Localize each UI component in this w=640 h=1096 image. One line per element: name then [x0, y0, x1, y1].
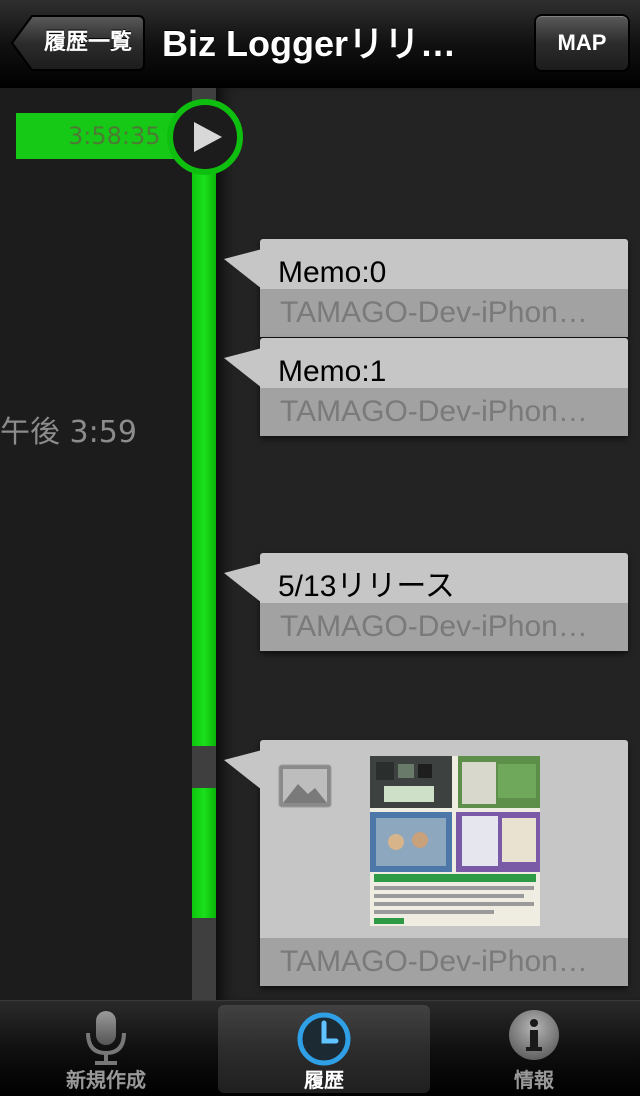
entry-title: Memo:1 [278, 355, 387, 388]
timeline-entry-card[interactable]: Memo:1 TAMAGO-Dev-iPhon… [224, 338, 628, 436]
microphone-icon [86, 1011, 126, 1065]
tab-label: 履歴 [304, 1068, 344, 1092]
entry-device: TAMAGO-Dev-iPhon… [260, 938, 628, 986]
clock-icon [297, 1012, 351, 1066]
callout-tail [224, 249, 262, 289]
timeline-time-column [0, 88, 192, 1000]
back-button[interactable]: 履歴一覧 [10, 14, 146, 72]
page-title: Biz Loggerリリ… [162, 23, 456, 64]
tab-label: 新規作成 [66, 1068, 146, 1092]
timeline-entry-card[interactable]: 5/13リリース TAMAGO-Dev-iPhon… [224, 553, 628, 651]
entry-device: TAMAGO-Dev-iPhon… [260, 603, 628, 651]
callout-tail [224, 563, 262, 603]
tab-new[interactable]: 新規作成 [0, 1001, 212, 1096]
callout-tail [224, 348, 262, 388]
entry-device: TAMAGO-Dev-iPhon… [260, 388, 628, 436]
timeline-active-segment [192, 148, 216, 746]
map-button[interactable]: MAP [534, 14, 630, 72]
entry-device: TAMAGO-Dev-iPhon… [260, 289, 628, 337]
entry-title: 5/13リリース [278, 570, 455, 603]
info-icon [509, 1010, 559, 1060]
timeline-view[interactable]: 3:58:35 午後 3:59 Memo:0 TAMAGO-Dev-iPhon…… [0, 88, 640, 1000]
timeline-entry-card[interactable]: Memo:0 TAMAGO-Dev-iPhon… [224, 239, 628, 337]
back-button-label: 履歴一覧 [43, 30, 132, 55]
play-icon [167, 99, 243, 175]
callout-tail [224, 750, 262, 790]
photo-image [370, 756, 540, 926]
navigation-bar: 履歴一覧 Biz Loggerリリ… MAP [0, 0, 640, 88]
tab-bar: 新規作成 履歴 情報 [0, 1000, 640, 1096]
tab-info[interactable]: 情報 [428, 1001, 640, 1096]
tab-history[interactable]: 履歴 [218, 1005, 430, 1093]
timeline-photo-entry-card[interactable]: TAMAGO-Dev-iPhon… [224, 740, 628, 986]
play-button[interactable] [166, 98, 244, 176]
photo-thumbnail[interactable] [370, 756, 540, 926]
photo-icon [278, 764, 332, 808]
tab-label: 情報 [514, 1068, 554, 1092]
entry-title: Memo:0 [278, 256, 387, 289]
time-marker-label: 午後 3:59 [0, 415, 137, 450]
timeline-active-segment [192, 788, 216, 918]
